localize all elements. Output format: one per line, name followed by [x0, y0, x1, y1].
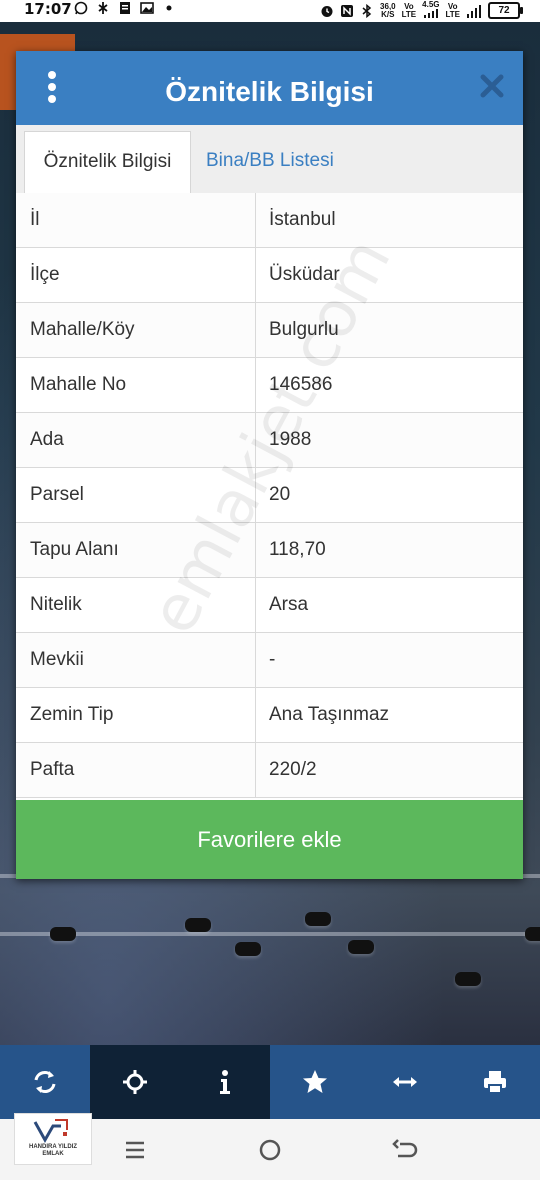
app-notification-icon	[98, 2, 108, 14]
map-car	[525, 927, 540, 941]
alarm-icon	[321, 5, 333, 17]
lte-label-2: LTE	[445, 9, 460, 19]
locate-button[interactable]	[90, 1045, 180, 1119]
row-value: Üsküdar	[269, 264, 340, 285]
speed-unit: K/S	[381, 9, 395, 19]
document-icon	[120, 2, 130, 14]
table-row: Ada 1988	[16, 413, 523, 468]
print-icon	[484, 1071, 506, 1094]
locate-icon	[123, 1070, 147, 1094]
dialog-header: Öznitelik Bilgisi	[16, 51, 523, 125]
table-row: İlçe Üsküdar	[16, 248, 523, 303]
tab-attribute-info[interactable]: Öznitelik Bilgisi	[24, 131, 191, 194]
table-row: Mahalle No 146586	[16, 358, 523, 413]
map-car	[348, 940, 374, 954]
map-car	[455, 972, 481, 986]
table-row: Mahalle/Köy Bulgurlu	[16, 303, 523, 358]
table-row: Pafta 220/2	[16, 743, 523, 798]
row-key: Mahalle/Köy	[16, 303, 256, 357]
row-key: Ada	[16, 413, 256, 467]
table-row: Parsel 20	[16, 468, 523, 523]
home-icon[interactable]	[255, 1135, 285, 1165]
map-car	[50, 927, 76, 941]
bluetooth-icon	[362, 3, 372, 18]
row-value: 20	[269, 484, 291, 505]
map-road	[0, 932, 540, 936]
row-key: Mevkii	[16, 633, 256, 687]
map-car	[185, 918, 211, 932]
map-car	[235, 942, 261, 956]
nfc-icon	[341, 4, 354, 17]
network-type: 4.5G	[422, 0, 440, 9]
attribute-dialog: Öznitelik Bilgisi Öznitelik Bilgisi Bina…	[16, 51, 523, 879]
map-car	[305, 912, 331, 926]
row-key: Mahalle No	[16, 358, 256, 412]
status-time: 17:07	[24, 0, 72, 18]
whatsapp-icon	[74, 1, 88, 15]
info-button[interactable]	[180, 1045, 270, 1119]
row-value: 118,70	[269, 539, 326, 560]
row-key: Parsel	[16, 468, 256, 522]
battery-indicator: 72	[488, 2, 523, 19]
row-value: 220/2	[269, 759, 317, 780]
table-row: İl İstanbul	[16, 193, 523, 248]
agency-logo: HANDIRA YILDIZ EMLAK	[14, 1113, 92, 1165]
row-key: Nitelik	[16, 578, 256, 632]
tab-bar: Öznitelik Bilgisi Bina/BB Listesi	[16, 125, 523, 194]
row-key: İlçe	[16, 248, 256, 302]
measure-button[interactable]	[360, 1045, 450, 1119]
print-button[interactable]	[450, 1045, 540, 1119]
table-row: Mevkii -	[16, 633, 523, 688]
close-icon[interactable]	[479, 73, 505, 99]
row-value: Bulgurlu	[269, 319, 339, 340]
refresh-button[interactable]	[0, 1045, 90, 1119]
row-value: Arsa	[269, 594, 309, 615]
status-bar: 17:07 36,0 K/S Vo LTE 4.5G Vo LTE 72	[0, 0, 540, 22]
logo-name: HANDIRA YILDIZ	[29, 1144, 77, 1150]
signal-icon-2	[467, 4, 481, 18]
row-key: İl	[16, 193, 256, 247]
map-toolbar	[0, 1045, 540, 1119]
signal-icon	[423, 9, 438, 18]
row-key: Tapu Alanı	[16, 523, 256, 577]
table-row: Tapu Alanı 118,70	[16, 523, 523, 578]
row-value: 146586	[269, 374, 333, 395]
image-icon	[140, 2, 154, 14]
logo-subtitle: EMLAK	[42, 1151, 64, 1157]
favorites-button[interactable]	[270, 1045, 360, 1119]
row-key: Zemin Tip	[16, 688, 256, 742]
table-row: Zemin Tip Ana Taşınmaz	[16, 688, 523, 743]
info-icon	[220, 1070, 230, 1094]
refresh-icon	[34, 1071, 56, 1093]
recent-apps-icon[interactable]	[120, 1135, 150, 1165]
dialog-title: Öznitelik Bilgisi	[165, 76, 374, 107]
tab-building-list[interactable]: Bina/BB Listesi	[206, 131, 334, 193]
logo-mark-icon	[33, 1119, 68, 1144]
row-value: 1988	[269, 429, 312, 450]
back-icon[interactable]	[390, 1135, 420, 1165]
table-row: Nitelik Arsa	[16, 578, 523, 633]
row-value: -	[269, 649, 276, 670]
row-key: Pafta	[16, 743, 256, 797]
row-value: Ana Taşınmaz	[269, 704, 390, 725]
attribute-table: İl İstanbul İlçe Üsküdar Mahalle/Köy Bulgur…	[16, 193, 523, 798]
measure-icon	[393, 1077, 417, 1087]
add-to-favorites-button[interactable]: Favorilere ekle	[16, 800, 523, 879]
lte-label: LTE	[401, 9, 417, 19]
star-icon	[303, 1070, 327, 1093]
dot-icon	[166, 5, 172, 11]
row-value: İstanbul	[269, 209, 336, 230]
